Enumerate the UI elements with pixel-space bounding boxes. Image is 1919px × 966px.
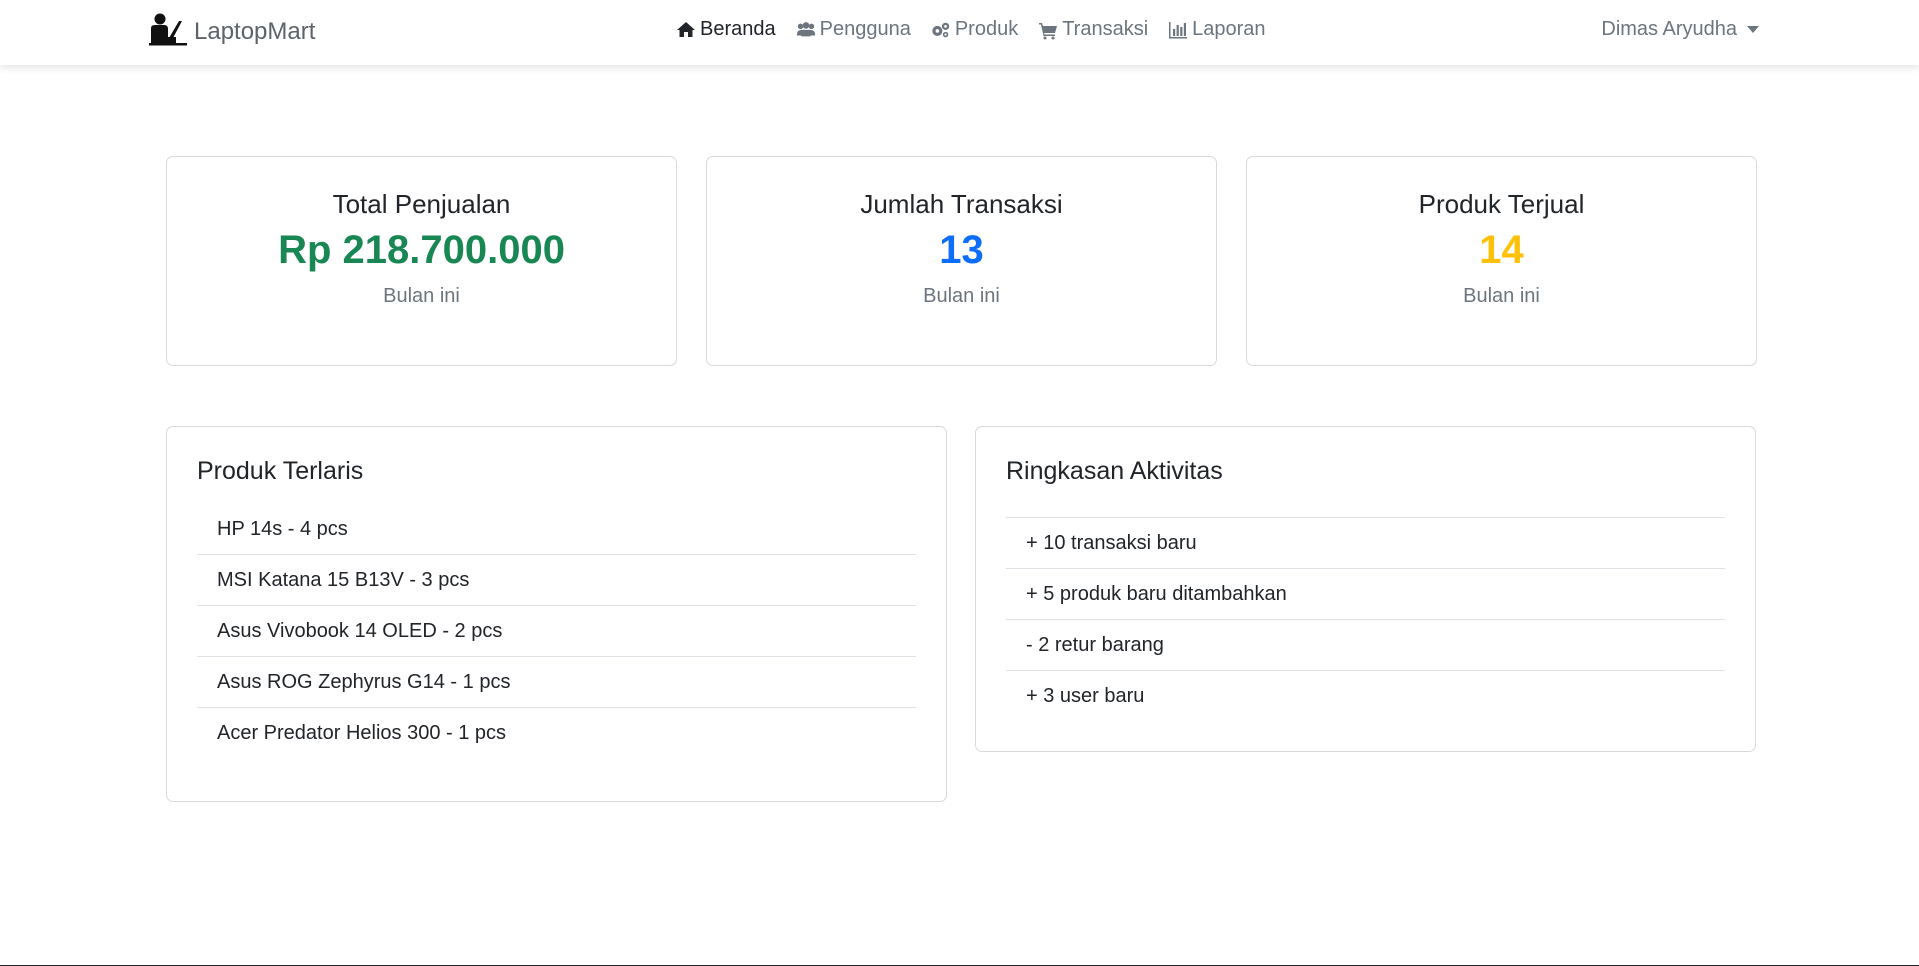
brand-name: LaptopMart	[194, 18, 316, 45]
stat-title: Total Penjualan	[332, 189, 511, 219]
activity-summary-card: Ringkasan Aktivitas + 10 transaksi baru …	[975, 426, 1756, 752]
stat-card-jumlah-transaksi: Jumlah Transaksi 13 Bulan ini	[706, 156, 1217, 366]
users-icon	[796, 21, 815, 36]
cart-icon	[1039, 22, 1058, 39]
stat-card-produk-terjual: Produk Terjual 14 Bulan ini	[1246, 156, 1757, 366]
bar-chart-icon	[1169, 21, 1188, 38]
user-laptop-icon	[148, 13, 188, 52]
nav-label-pengguna: Pengguna	[819, 18, 911, 40]
stat-subtitle: Bulan ini	[383, 285, 460, 307]
navbar: LaptopMart Beranda Pengguna Produk Trans…	[0, 0, 1919, 65]
nav-item-beranda[interactable]: Beranda	[676, 18, 776, 41]
main-nav: Beranda Pengguna Produk Transaksi Lapora…	[676, 18, 1286, 41]
nav-item-transaksi[interactable]: Transaksi	[1038, 18, 1148, 41]
best-sellers-card: Produk Terlaris HP 14s - 4 pcs MSI Katan…	[166, 426, 947, 802]
nav-label-produk: Produk	[954, 18, 1019, 40]
list-item: Asus ROG Zephyrus G14 - 1 pcs	[197, 657, 916, 708]
gears-icon	[932, 22, 950, 37]
list-item: - 2 retur barang	[1006, 620, 1725, 671]
list-item: Acer Predator Helios 300 - 1 pcs	[217, 722, 507, 744]
stat-title: Produk Terjual	[1418, 189, 1585, 219]
list-item: MSI Katana 15 B13V - 3 pcs	[197, 555, 916, 606]
list-item: HP 14s - 4 pcs	[197, 504, 916, 555]
nav-label-transaksi: Transaksi	[1062, 18, 1149, 40]
nav-item-pengguna[interactable]: Pengguna	[796, 18, 911, 41]
stat-subtitle: Bulan ini	[923, 285, 1000, 307]
nav-item-produk[interactable]: Produk	[931, 18, 1018, 41]
activity-summary-title: Ringkasan Aktivitas	[1006, 457, 1223, 485]
user-menu-dropdown[interactable]: Dimas Aryudha	[1601, 18, 1759, 41]
home-icon	[677, 21, 695, 37]
brand[interactable]: LaptopMart	[148, 13, 316, 52]
user-name: Dimas Aryudha	[1601, 18, 1737, 40]
stat-title: Jumlah Transaksi	[860, 189, 1063, 219]
nav-label-laporan: Laporan	[1192, 18, 1266, 40]
caret-down-icon	[1747, 26, 1759, 33]
stat-value: 13	[939, 228, 984, 272]
list-item: + 3 user baru	[1026, 685, 1145, 707]
stat-card-total-penjualan: Total Penjualan Rp 218.700.000 Bulan ini	[166, 156, 677, 366]
best-sellers-list: HP 14s - 4 pcs MSI Katana 15 B13V - 3 pc…	[197, 504, 916, 758]
stat-subtitle: Bulan ini	[1463, 285, 1540, 307]
activity-summary-list: + 10 transaksi baru + 5 produk baru dita…	[1006, 517, 1725, 721]
stat-value: 14	[1479, 228, 1524, 272]
list-item: + 10 transaksi baru	[1006, 518, 1725, 569]
stat-value: Rp 218.700.000	[278, 228, 565, 272]
best-sellers-title: Produk Terlaris	[197, 457, 364, 485]
list-item: + 5 produk baru ditambahkan	[1006, 569, 1725, 620]
nav-label-beranda: Beranda	[700, 18, 776, 40]
nav-item-laporan[interactable]: Laporan	[1168, 18, 1266, 41]
list-item: Asus Vivobook 14 OLED - 2 pcs	[197, 606, 916, 657]
